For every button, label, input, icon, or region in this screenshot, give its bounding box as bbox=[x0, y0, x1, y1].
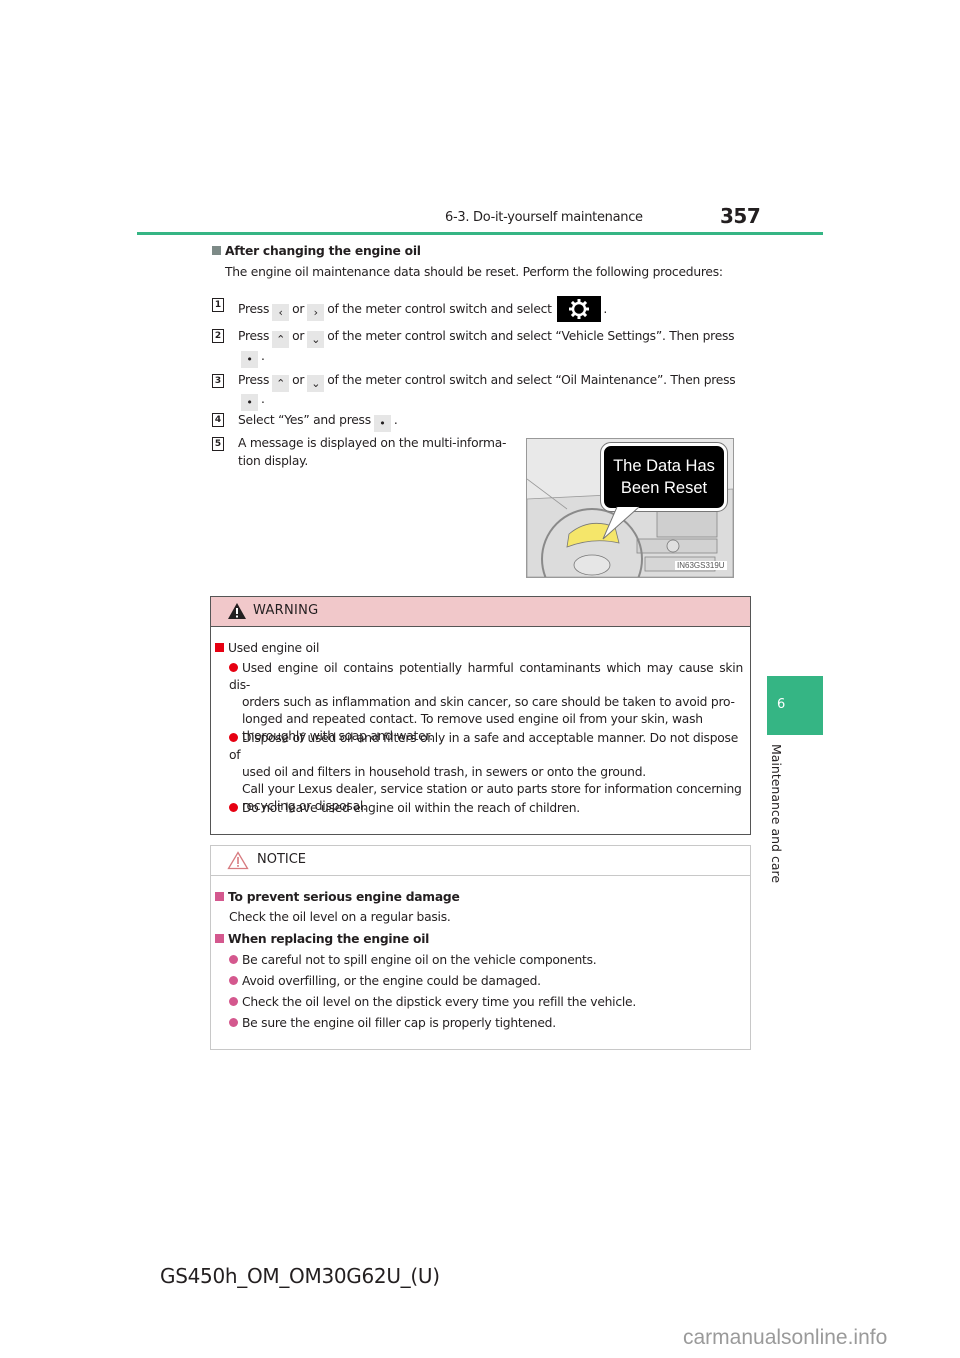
gear-icon bbox=[557, 296, 602, 322]
chevron-up-icon: ⌃ bbox=[272, 375, 290, 392]
chapter-tab bbox=[767, 676, 823, 735]
dashboard-illustration: The Data Has Been Reset IN63GS319U bbox=[526, 438, 734, 578]
intro-text: The engine oil maintenance data should b… bbox=[225, 265, 723, 279]
watermark-link[interactable]: carmanualsonline.info bbox=[683, 1326, 887, 1350]
warning-triangle-icon bbox=[228, 603, 246, 619]
step-4: Select “Yes” and press •. bbox=[238, 413, 398, 432]
bullet-icon bbox=[229, 803, 238, 812]
bullet-icon bbox=[229, 955, 238, 964]
notice-box: NOTICE To prevent serious engine damage … bbox=[210, 845, 751, 1050]
step-2: Press ⌃ or ⌄ of the meter control switch and… bbox=[238, 329, 735, 348]
illustration-code: IN63GS319U bbox=[675, 561, 727, 570]
bullet-icon bbox=[229, 976, 238, 985]
footer-model-code: GS450h_OM_OM30G62U_(U) bbox=[160, 1264, 440, 1288]
notice-triangle-icon bbox=[227, 851, 249, 870]
chevron-up-icon: ⌃ bbox=[272, 331, 290, 348]
square-bullet-icon bbox=[212, 246, 221, 255]
step-5-line1: A message is displayed on the multi-info… bbox=[238, 436, 507, 450]
warning-heading: Used engine oil bbox=[215, 640, 319, 657]
chevron-left-icon: ‹ bbox=[272, 304, 290, 321]
step-number: 1 bbox=[212, 298, 224, 312]
notice-item: Be sure the engine oil filler cap is pro… bbox=[229, 1015, 556, 1032]
notice-item: Avoid overfilling, or the engine could b… bbox=[229, 973, 541, 990]
section-title: 6-3. Do-it-yourself maintenance bbox=[445, 210, 643, 225]
enter-dot-icon: • bbox=[241, 351, 258, 368]
step-3: Press ⌃ or ⌄ of the meter control switch and… bbox=[238, 373, 736, 392]
section-heading-text: After changing the engine oil bbox=[225, 244, 421, 258]
step-number: 4 bbox=[212, 413, 224, 427]
chevron-down-icon: ⌄ bbox=[307, 331, 325, 348]
notice-item: Check the oil level on the dipstick ever… bbox=[229, 994, 636, 1011]
bullet-icon bbox=[229, 997, 238, 1006]
warning-item: Do not leave used engine oil within the … bbox=[229, 800, 580, 817]
step-5-line2: tion display. bbox=[238, 454, 309, 468]
notice-item: Be careful not to spill engine oil on th… bbox=[229, 952, 597, 969]
square-bullet-icon bbox=[215, 892, 224, 901]
step-number: 2 bbox=[212, 329, 224, 343]
notice-heading: When replacing the engine oil bbox=[215, 931, 429, 948]
notice-heading: To prevent serious engine damage bbox=[215, 889, 460, 906]
square-bullet-icon bbox=[215, 643, 224, 652]
message-line-1: The Data Has bbox=[613, 457, 715, 475]
section-heading: After changing the engine oil bbox=[212, 243, 421, 260]
step-1: Press ‹ or › of the meter control switch and… bbox=[238, 296, 607, 322]
reset-message-bubble: The Data Has Been Reset bbox=[600, 442, 728, 512]
message-line-2: Been Reset bbox=[620, 479, 708, 497]
bullet-icon bbox=[229, 733, 238, 742]
enter-dot-icon: • bbox=[373, 415, 391, 432]
warning-title: WARNING bbox=[253, 603, 319, 618]
warning-box: WARNING Used engine oil Used engine oil … bbox=[210, 596, 751, 835]
chevron-down-icon: ⌄ bbox=[307, 375, 325, 392]
notice-header: NOTICE bbox=[211, 846, 750, 876]
chapter-number: 6 bbox=[777, 697, 786, 712]
notice-text: Check the oil level on a regular basis. bbox=[229, 910, 451, 924]
step-number: 3 bbox=[212, 374, 224, 388]
warning-header: WARNING bbox=[211, 597, 750, 627]
step-2-cont: •. bbox=[238, 348, 265, 368]
chevron-right-icon: › bbox=[307, 304, 325, 321]
enter-dot-icon: • bbox=[241, 394, 258, 411]
notice-title: NOTICE bbox=[257, 852, 307, 867]
square-bullet-icon bbox=[215, 934, 224, 943]
callout-pointer bbox=[602, 506, 640, 540]
bullet-icon bbox=[229, 1018, 238, 1027]
page-number: 357 bbox=[720, 204, 761, 228]
step-number: 5 bbox=[212, 437, 224, 451]
step-3-cont: •. bbox=[238, 391, 265, 411]
bullet-icon bbox=[229, 663, 238, 672]
chapter-label: Maintenance and care bbox=[769, 744, 784, 884]
header-rule bbox=[137, 232, 823, 235]
